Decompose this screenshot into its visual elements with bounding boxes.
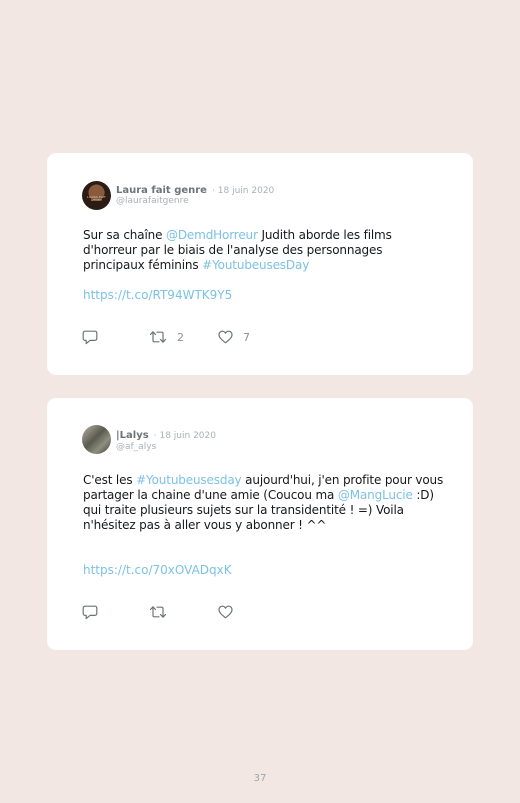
text-segment: Sur sa chaîne	[83, 228, 166, 242]
tweet-actions: 2 7	[82, 329, 382, 345]
reply-icon	[82, 330, 98, 345]
hashtag-link[interactable]: #YoutubeusesDay	[202, 258, 309, 272]
tweet-header: |Lalys · 18 juin 2020	[116, 427, 216, 442]
mention-link[interactable]: @MangLucie	[338, 488, 413, 502]
tweet-header: Laura fait genre · 18 juin 2020	[116, 182, 274, 197]
author-handle[interactable]: @af_alys	[116, 442, 156, 453]
tweet-text: C'est les #Youtubeusesday aujourd'hui, j…	[83, 473, 445, 533]
hashtag-link[interactable]: #Youtubeusesday	[136, 473, 242, 487]
heart-icon	[218, 605, 233, 619]
reply-button[interactable]	[82, 329, 98, 345]
avatar-logo-text: LAURA FAIT GENRE	[86, 195, 107, 202]
page-number: 37	[253, 773, 267, 784]
retweet-icon	[149, 605, 167, 619]
author-name[interactable]: |Lalys	[116, 430, 149, 441]
like-count: 7	[243, 330, 250, 344]
tweet-date[interactable]: · 18 juin 2020	[154, 431, 216, 441]
retweet-count: 2	[177, 330, 184, 344]
retweet-button[interactable]: 2	[149, 329, 184, 345]
heart-icon	[218, 330, 233, 344]
author-name[interactable]: Laura fait genre	[116, 185, 207, 196]
author-handle[interactable]: @laurafaitgenre	[116, 196, 189, 207]
text-segment: C'est les	[83, 473, 137, 487]
avatar[interactable]: LAURA FAIT GENRE	[82, 181, 111, 210]
mention-link[interactable]: @DemdHorreur	[166, 228, 258, 242]
retweet-icon	[149, 330, 167, 344]
tweet-url[interactable]: https://t.co/70xOVADqxK	[83, 563, 232, 578]
like-button[interactable]: 7	[218, 329, 250, 345]
reply-button[interactable]	[82, 604, 98, 620]
like-button[interactable]	[218, 604, 243, 620]
tweet-url[interactable]: https://t.co/RT94WTK9Y5	[83, 288, 232, 303]
tweet-date[interactable]: · 18 juin 2020	[212, 186, 274, 196]
tweet-card: |Lalys · 18 juin 2020 @af_alys C'est les…	[47, 398, 473, 650]
retweet-button[interactable]	[149, 604, 177, 620]
tweet-actions	[82, 604, 382, 620]
tweet-text: Sur sa chaîne @DemdHorreur Judith aborde…	[83, 228, 445, 273]
avatar[interactable]	[82, 425, 111, 454]
tweet-card: LAURA FAIT GENRE Laura fait genre · 18 j…	[47, 153, 473, 375]
reply-icon	[82, 605, 98, 620]
